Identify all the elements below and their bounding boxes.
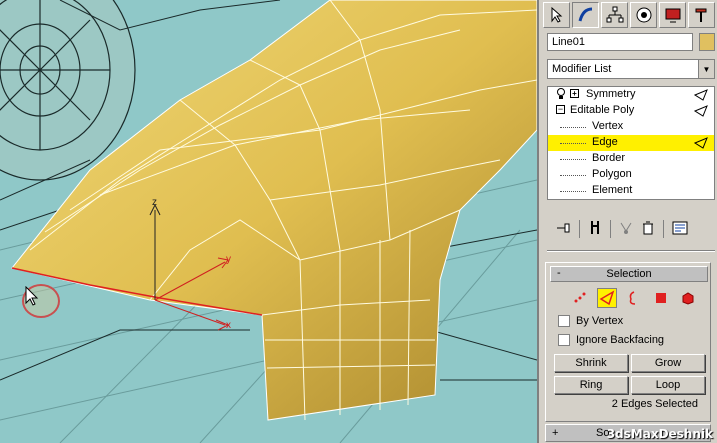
lightbulb-icon[interactable] <box>556 88 566 103</box>
stack-item-element[interactable]: Element <box>548 183 714 199</box>
rollout-title: Selection <box>606 268 652 280</box>
by-vertex-label: By Vertex <box>576 315 624 327</box>
loop-button[interactable]: Loop <box>631 376 705 394</box>
stack-item-label: Edge <box>592 136 618 148</box>
edge-triangle-icon <box>694 137 708 149</box>
edge-triangle-icon <box>599 290 615 306</box>
viewport-perspective[interactable]: z y x <box>0 0 537 443</box>
hierarchy-icon <box>606 6 623 23</box>
selection-rollout-header[interactable]: - Selection <box>550 266 708 282</box>
object-name-field[interactable]: Line01 <box>547 33 693 51</box>
stack-item-vertex[interactable]: Vertex <box>548 119 714 135</box>
modify-bend-icon <box>578 7 592 22</box>
polygon-square-icon <box>656 293 666 303</box>
configure-modifier-sets-icon[interactable] <box>672 220 688 239</box>
expand-plus-icon[interactable]: + <box>570 89 579 98</box>
panel-divider <box>547 250 715 252</box>
tab-utilities[interactable] <box>688 2 715 28</box>
edge-level-button[interactable] <box>597 288 617 308</box>
object-color-swatch[interactable] <box>699 33 715 51</box>
by-vertex-row[interactable]: By Vertex <box>558 313 623 329</box>
selection-rollout: - Selection By Vertex Ignore Backfacing … <box>545 262 711 422</box>
object-name-row: Line01 <box>547 33 715 51</box>
stack-item-edge[interactable]: Edge <box>548 135 714 151</box>
stack-item-label: Polygon <box>592 168 632 180</box>
stack-item-label: Element <box>592 184 633 196</box>
rollout-expand-symbol: + <box>552 427 559 439</box>
modifier-stack: + Symmetry − Editable Poly Vertex Edge B… <box>547 86 715 200</box>
pin-stack-icon[interactable] <box>555 221 571 238</box>
dropdown-arrow-icon: ▼ <box>698 60 714 78</box>
ignore-backfacing-label: Ignore Backfacing <box>576 334 665 346</box>
make-unique-icon[interactable] <box>619 221 633 238</box>
element-level-button[interactable] <box>678 288 698 308</box>
command-panel-tabs <box>543 2 715 30</box>
grow-button[interactable]: Grow <box>631 354 705 372</box>
stack-item-label: Vertex <box>592 120 624 132</box>
selection-status-text: 2 Edges Selected <box>611 398 698 410</box>
border-level-button[interactable] <box>624 288 644 308</box>
utilities-hammer-icon <box>695 8 706 22</box>
polygon-level-button[interactable] <box>651 288 671 308</box>
collapse-minus-icon[interactable]: − <box>556 105 565 114</box>
stack-item-label: Border <box>592 152 626 164</box>
tab-create[interactable] <box>543 2 570 28</box>
remove-modifier-icon[interactable] <box>641 220 655 239</box>
tab-modify[interactable] <box>572 2 599 28</box>
by-vertex-checkbox[interactable] <box>558 315 570 327</box>
tab-hierarchy[interactable] <box>601 2 628 28</box>
modifier-list-dropdown[interactable]: Modifier List ▼ <box>547 59 715 79</box>
vertex-dots-icon <box>574 292 586 303</box>
element-cube-icon <box>682 292 694 305</box>
watermark: 3dsMaxDeshnik <box>606 427 713 441</box>
arrow-cursor-icon <box>25 286 39 306</box>
axis-x-label: x <box>226 320 231 331</box>
rollout-collapse-symbol: - <box>557 267 561 279</box>
stack-item-symmetry[interactable]: + Symmetry <box>548 87 714 103</box>
stack-item-label: Editable Poly <box>570 104 635 116</box>
axis-z-label: z <box>152 197 157 208</box>
axis-y-label: y <box>226 254 231 265</box>
pin-triangle-icon <box>694 89 708 101</box>
modifier-list-label: Modifier List <box>552 63 612 75</box>
display-monitor-icon <box>665 8 680 23</box>
subobject-level-buttons <box>570 287 698 309</box>
tab-motion[interactable] <box>630 2 657 28</box>
stack-toolbar <box>547 218 715 240</box>
show-end-result-icon[interactable] <box>588 220 602 239</box>
tab-display[interactable] <box>659 2 686 28</box>
shrink-button[interactable]: Shrink <box>554 354 628 372</box>
border-loop-icon <box>629 291 636 305</box>
vertex-level-button[interactable] <box>570 288 590 308</box>
pin-triangle-icon <box>694 105 708 117</box>
stack-item-polygon[interactable]: Polygon <box>548 167 714 183</box>
stack-item-editable-poly[interactable]: − Editable Poly <box>548 103 714 119</box>
create-arrow-icon <box>551 6 562 23</box>
viewport-canvas: z y x <box>0 0 537 443</box>
ignore-backfacing-checkbox[interactable] <box>558 334 570 346</box>
cursor-highlight <box>22 284 60 318</box>
ring-button[interactable]: Ring <box>554 376 628 394</box>
ignore-backfacing-row[interactable]: Ignore Backfacing <box>558 332 664 348</box>
motion-icon <box>636 7 651 23</box>
stack-item-border[interactable]: Border <box>548 151 714 167</box>
stack-item-label: Symmetry <box>586 88 636 100</box>
